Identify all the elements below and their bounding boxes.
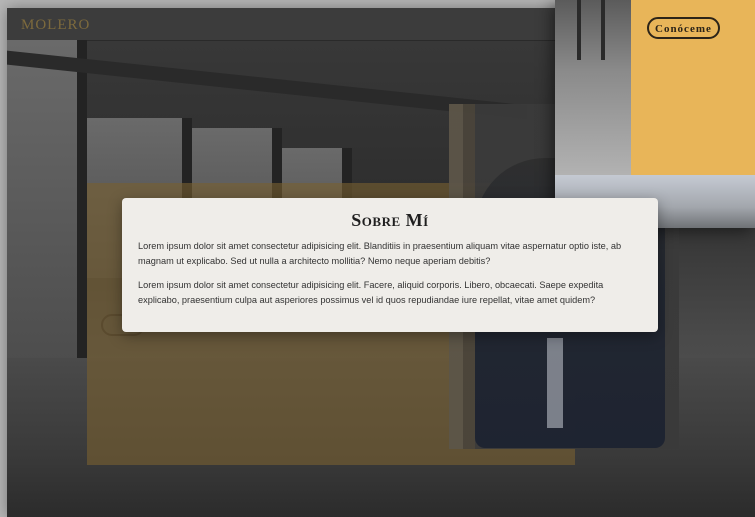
site-logo[interactable]: MOLERO (21, 17, 90, 34)
modal-title: Sobre Mí (351, 210, 429, 230)
modal-paragraph-1: Lorem ipsum dolor sit amet consectetur a… (138, 241, 622, 266)
screen: MOLERO Conóceme Sobre Mí Lorem ipsum dol… (0, 0, 755, 517)
portrait-shirt (547, 338, 563, 428)
inset-preview: Conóceme (555, 0, 755, 228)
conoceme-button[interactable]: Conóceme (647, 17, 720, 39)
office-window (7, 40, 87, 360)
about-modal: Sobre Mí Lorem ipsum dolor sit amet cons… (122, 198, 658, 332)
window-mullion (601, 0, 605, 60)
window-mullion (577, 0, 581, 60)
inset-office-image (555, 0, 631, 175)
modal-paragraph-2: Lorem ipsum dolor sit amet consectetur a… (138, 280, 604, 305)
